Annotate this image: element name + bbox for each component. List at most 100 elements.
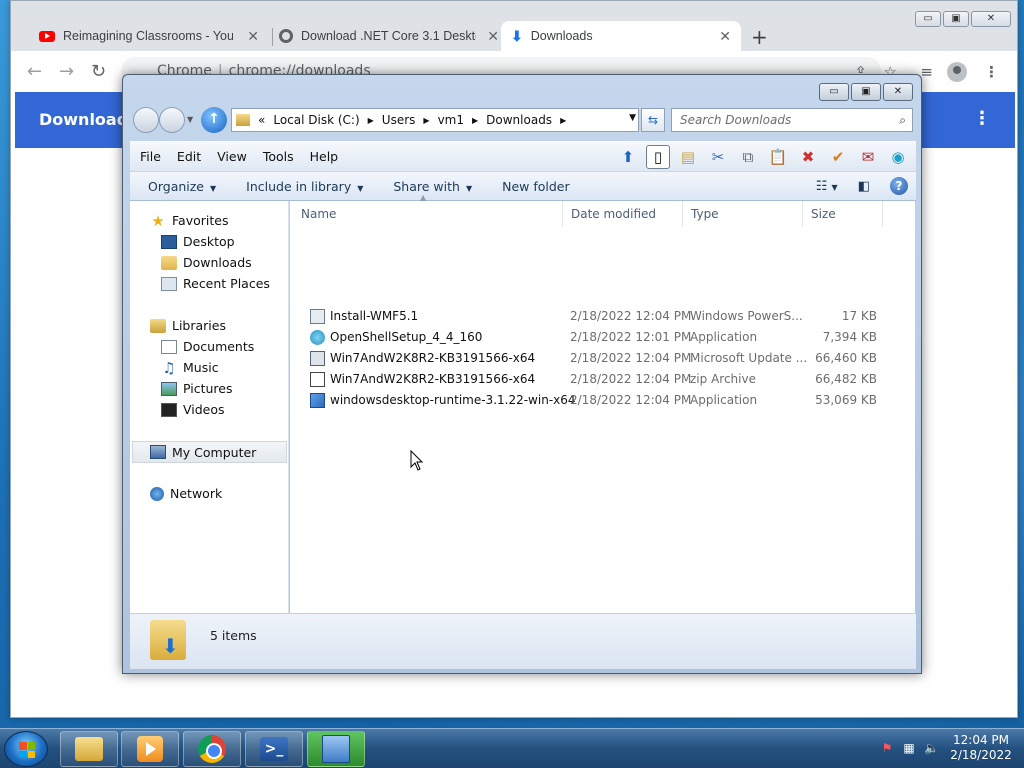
- breadcrumb-arrow-icon[interactable]: ▶: [560, 116, 566, 125]
- nav-recent-places[interactable]: Recent Places: [161, 276, 270, 291]
- more-options-icon[interactable]: ⋮: [973, 108, 991, 129]
- up-folder-icon[interactable]: ↑: [201, 107, 227, 133]
- share-with-button[interactable]: Share with ▼: [393, 179, 472, 194]
- nav-desktop[interactable]: Desktop: [161, 234, 235, 249]
- breadcrumb-item[interactable]: Users: [382, 113, 416, 127]
- minimize-button[interactable]: ▭: [915, 11, 941, 27]
- media-control-icon[interactable]: ≡: [920, 63, 933, 81]
- back-arrow-icon[interactable]: ←: [27, 61, 42, 82]
- taskbar-media-player[interactable]: [121, 731, 179, 767]
- column-header-date[interactable]: Date modified: [563, 201, 683, 227]
- column-header-size[interactable]: Size: [803, 201, 883, 227]
- documents-icon: [161, 339, 177, 354]
- breadcrumb-arrow-icon[interactable]: ▶: [368, 116, 374, 125]
- breadcrumb-item[interactable]: vm1: [438, 113, 464, 127]
- nav-videos[interactable]: Videos: [161, 402, 225, 417]
- search-icon[interactable]: ⌕: [899, 109, 906, 131]
- menu-edit[interactable]: Edit: [177, 149, 201, 164]
- maximize-button[interactable]: ▣: [851, 83, 881, 101]
- file-row[interactable]: Win7AndW2K8R2-KB3191566-x64 2/18/2022 12…: [290, 348, 890, 369]
- close-button[interactable]: ✕: [971, 11, 1011, 27]
- minimize-button[interactable]: ▭: [819, 83, 849, 101]
- nav-my-computer[interactable]: My Computer: [132, 441, 287, 463]
- chrome-tab-youtube[interactable]: Reimagining Classrooms - YouTube ✕: [29, 21, 269, 51]
- breadcrumb-item[interactable]: Downloads: [486, 113, 552, 127]
- close-button[interactable]: ✕: [883, 83, 913, 101]
- file-row[interactable]: Install-WMF5.1 2/18/2022 12:04 PM Window…: [290, 306, 890, 327]
- organize-button[interactable]: Organize ▼: [148, 179, 216, 194]
- menu-view[interactable]: View: [217, 149, 247, 164]
- properties-check-icon[interactable]: ✔: [826, 145, 850, 169]
- nav-label: My Computer: [172, 444, 257, 460]
- nav-documents[interactable]: Documents: [161, 339, 254, 354]
- desktop-icon: [161, 234, 177, 249]
- file-row[interactable]: Win7AndW2K8R2-KB3191566-x64 2/18/2022 12…: [290, 369, 890, 390]
- address-bar[interactable]: « Local Disk (C:) ▶ Users ▶ vm1 ▶ Downloads…: [231, 108, 639, 132]
- taskbar-explorer[interactable]: [60, 731, 118, 767]
- column-header-name[interactable]: Name: [293, 201, 563, 227]
- back-button[interactable]: [133, 107, 159, 133]
- nav-libraries[interactable]: Libraries: [150, 318, 226, 333]
- taskbar-setup[interactable]: [307, 731, 365, 767]
- file-date: 2/18/2022 12:01 PM: [570, 330, 692, 344]
- network-tray-icon[interactable]: ▦: [902, 741, 916, 755]
- nav-favorites[interactable]: ★ Favorites: [150, 213, 228, 228]
- breadcrumb-arrow-icon[interactable]: ▶: [472, 116, 478, 125]
- reload-icon[interactable]: ↻: [91, 61, 106, 82]
- cut-icon[interactable]: ✂: [706, 145, 730, 169]
- nav-downloads[interactable]: Downloads: [161, 255, 252, 270]
- maximize-button[interactable]: ▣: [943, 11, 969, 27]
- taskbar-chrome[interactable]: [183, 731, 241, 767]
- close-icon[interactable]: ✕: [719, 28, 731, 45]
- close-icon[interactable]: ✕: [487, 28, 499, 45]
- search-input[interactable]: Search Downloads ⌕: [671, 108, 913, 132]
- breadcrumb-overflow[interactable]: «: [258, 113, 265, 127]
- folder-options-icon[interactable]: ▤: [676, 145, 700, 169]
- new-folder-button[interactable]: New folder: [502, 179, 570, 194]
- forward-button[interactable]: [159, 107, 185, 133]
- file-date: 2/18/2022 12:04 PM: [570, 309, 692, 323]
- chrome-tab-dotnet[interactable]: Download .NET Core 3.1 Desktop ✕: [269, 21, 509, 51]
- volume-icon[interactable]: 🔈: [924, 741, 939, 755]
- taskbar-powershell[interactable]: >_: [245, 731, 303, 767]
- email-icon[interactable]: ✉: [856, 145, 880, 169]
- column-header-type[interactable]: Type: [683, 201, 803, 227]
- file-type: Windows PowerS...: [690, 309, 803, 323]
- copy-icon[interactable]: ⧉: [736, 145, 760, 169]
- file-row[interactable]: windowsdesktop-runtime-3.1.22-win-x64 2/…: [290, 390, 890, 411]
- chrome-tab-downloads[interactable]: ⬇ Downloads ✕: [501, 21, 741, 51]
- chrome-menu-icon[interactable]: ⋮: [984, 63, 999, 81]
- close-icon[interactable]: ✕: [247, 28, 259, 45]
- paste-icon[interactable]: 📋: [766, 145, 790, 169]
- refresh-icon[interactable]: ⇆: [641, 108, 665, 132]
- address-dropdown-icon[interactable]: ▼: [629, 113, 636, 123]
- nav-label: Downloads: [183, 255, 252, 270]
- new-tab-button[interactable]: +: [751, 25, 768, 49]
- up-level-icon[interactable]: ⬆: [616, 145, 640, 169]
- include-in-library-button[interactable]: Include in library ▼: [246, 179, 363, 194]
- nav-music[interactable]: ♫ Music: [161, 360, 218, 375]
- delete-icon[interactable]: ✖: [796, 145, 820, 169]
- file-type: Microsoft Update ...: [690, 351, 808, 365]
- recent-pages-dropdown-icon[interactable]: ▼: [187, 115, 193, 124]
- help-icon[interactable]: ?: [890, 177, 908, 195]
- menu-tools[interactable]: Tools: [263, 149, 294, 164]
- breadcrumb-arrow-icon[interactable]: ▶: [423, 116, 429, 125]
- start-button[interactable]: [4, 731, 48, 767]
- action-center-flag-icon[interactable]: ⚑: [880, 741, 894, 755]
- profile-avatar-icon[interactable]: [947, 62, 967, 82]
- breadcrumb-item[interactable]: Local Disk (C:): [273, 113, 359, 127]
- clock[interactable]: 12:04 PM 2/18/2022: [946, 733, 1016, 763]
- file-row[interactable]: OpenShellSetup_4_4_160 2/18/2022 12:01 P…: [290, 327, 890, 348]
- nav-network[interactable]: Network: [150, 486, 222, 501]
- forward-arrow-icon[interactable]: →: [59, 61, 74, 82]
- network-icon: [150, 486, 164, 501]
- menu-file[interactable]: File: [140, 149, 161, 164]
- nav-pictures[interactable]: Pictures: [161, 381, 233, 396]
- openshell-icon[interactable]: ◉: [886, 145, 910, 169]
- menu-help[interactable]: Help: [310, 149, 339, 164]
- preview-pane-icon[interactable]: ◧: [858, 179, 870, 194]
- folders-pane-icon[interactable]: ▯: [646, 145, 670, 169]
- explorer-window: ▭ ▣ ✕ ▼ ↑ « Local Disk (C:) ▶ Users ▶ vm1 ▶…: [122, 74, 922, 674]
- change-view-icon[interactable]: ☷ ▼: [816, 179, 838, 194]
